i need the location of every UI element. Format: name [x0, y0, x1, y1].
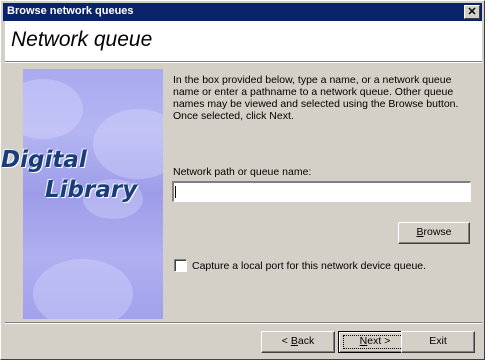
back-label-rest: ack — [297, 335, 315, 347]
sidebar-cloud — [23, 79, 83, 139]
capture-port-label[interactable]: Capture a local port for this network de… — [192, 260, 426, 272]
logo-line-1: Digital — [1, 147, 87, 173]
back-button[interactable]: < Back — [261, 331, 335, 353]
back-hotkey: B — [290, 335, 298, 347]
back-label-prefix: < — [281, 335, 291, 347]
page-title: Network queue — [11, 28, 153, 51]
instructions-text: In the box provided below, type a name, … — [173, 74, 459, 122]
header-panel: Network queue — [5, 21, 482, 61]
window-title: Browse network queues — [7, 5, 134, 17]
text-caret — [175, 186, 176, 198]
path-input[interactable] — [172, 181, 471, 202]
exit-label: Exit — [429, 335, 447, 347]
browse-hotkey: B — [416, 226, 424, 238]
dialog-window: Browse network queues ✕ Network queue Di… — [0, 0, 485, 360]
sidebar-cloud — [93, 109, 163, 179]
sidebar-cloud — [33, 259, 133, 319]
exit-button[interactable]: Exit — [401, 331, 475, 353]
footer-divider-highlight — [5, 323, 482, 324]
logo-line-2: Library — [45, 177, 138, 203]
browse-label-rest: rowse — [423, 226, 452, 238]
close-button[interactable]: ✕ — [464, 5, 480, 19]
focus-rect — [343, 335, 407, 349]
path-field-label: Network path or queue name: — [173, 166, 312, 178]
capture-port-checkbox[interactable] — [174, 259, 187, 272]
close-icon: ✕ — [467, 6, 477, 18]
title-bar[interactable]: Browse network queues ✕ — [3, 3, 482, 21]
browse-button[interactable]: Browse — [398, 222, 470, 244]
divider-highlight — [5, 62, 482, 63]
